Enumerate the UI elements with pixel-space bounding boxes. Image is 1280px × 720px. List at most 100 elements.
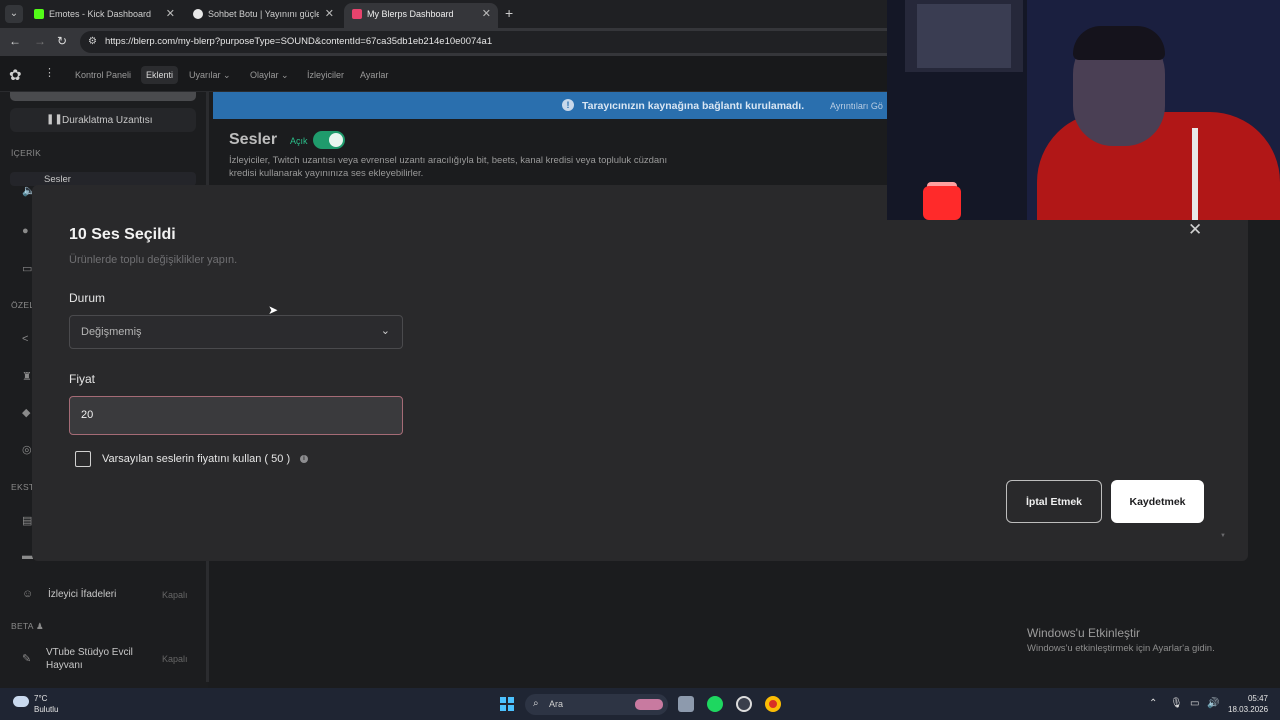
sidebar-item-vtube-line2[interactable]: Hayvanı (46, 660, 83, 671)
modal-title: 10 Ses Seçildi (69, 226, 176, 243)
nav-label: Uyarılar (189, 70, 221, 80)
site-info-icon[interactable]: ⚙ (88, 36, 97, 47)
taskbar-search[interactable]: ⌕ Ara (525, 694, 668, 715)
info-icon[interactable]: i (300, 455, 308, 463)
microphone (923, 186, 961, 220)
pause-icon: ❚❚ (46, 114, 63, 125)
mouse-cursor-icon: ➤ (268, 303, 279, 317)
file-explorer-icon[interactable] (678, 696, 694, 712)
tab-title: Sohbet Botu | Yayınını güçlendir (208, 9, 319, 19)
nav-olaylar[interactable]: Olaylar ⌄ (250, 70, 289, 81)
status-select-value: Değişmemiş (81, 326, 142, 338)
sesler-toggle[interactable] (313, 131, 345, 149)
tab-kick-emotes[interactable]: Emotes - Kick Dashboard ✕ (26, 3, 182, 28)
clock-date: 18.03.2026 (1228, 705, 1269, 714)
blerp-favicon-icon (352, 9, 362, 19)
tab-title: My Blerps Dashboard (367, 9, 454, 19)
nav-uyarilar[interactable]: Uyarılar ⌄ (189, 70, 231, 81)
user-icon: ● (22, 225, 29, 237)
banner-text: Tarayıcınızın kaynağına bağlantı kurulam… (582, 100, 805, 112)
default-price-checkbox[interactable] (75, 451, 91, 467)
tab-search-button[interactable]: ⌄ (5, 5, 23, 23)
sidebar-top-control[interactable] (10, 92, 196, 101)
poster-image (917, 4, 1011, 68)
banner-details-link[interactable]: Ayrıntıları Gö (830, 101, 883, 111)
nav-label: Olaylar (250, 70, 279, 80)
tray-expand-icon[interactable]: ⌃ (1149, 698, 1157, 709)
nav-kontrol-paneli[interactable]: Kontrol Paneli (75, 70, 131, 80)
chevron-down-icon: ⌄ (223, 70, 231, 80)
default-price-label[interactable]: Varsayılan seslerin fiyatını kullan ( 50… (102, 453, 290, 465)
microphone-icon[interactable]: 🎙 (1170, 698, 1183, 709)
chrome-icon[interactable] (765, 696, 781, 712)
section-beta-label: BETA (11, 621, 34, 631)
weather-temperature[interactable]: 7°C (34, 694, 47, 703)
more-menu-icon[interactable]: ⋮ (44, 66, 55, 79)
nav-ayarlar[interactable]: Ayarlar (360, 70, 388, 80)
tab-my-blerps[interactable]: My Blerps Dashboard ✕ (344, 3, 498, 28)
toggle-knob (329, 133, 343, 147)
activation-title: Windows'u Etkinleştir (1027, 626, 1140, 640)
blerp-logo-icon[interactable]: ✿ (9, 66, 22, 84)
gift-icon: ▤ (22, 515, 33, 527)
close-tab-icon[interactable]: ✕ (482, 7, 491, 20)
jacket-stripe (1192, 128, 1198, 220)
activation-subtitle: Windows'u etkinleştirmek için Ayarlar'a … (1027, 643, 1215, 654)
taskbar-clock[interactable]: 05:47 18.03.2026 (1228, 693, 1268, 715)
back-icon[interactable]: ← (9, 34, 21, 48)
cloud-icon[interactable] (13, 696, 29, 707)
cancel-button[interactable]: İptal Etmek (1006, 480, 1102, 523)
settings-icon: ◎ (22, 444, 32, 456)
streamer-jacket (1037, 112, 1280, 220)
close-icon[interactable]: ✕ (1188, 220, 1202, 240)
spotify-icon[interactable] (707, 696, 723, 712)
save-button[interactable]: Kaydetmek (1111, 480, 1204, 523)
obs-icon[interactable] (736, 696, 752, 712)
new-tab-icon[interactable]: + (505, 5, 513, 21)
modal-subtitle: Ürünlerde toplu değişiklikler yapın. (69, 254, 238, 266)
chevron-down-icon: ⌄ (380, 325, 390, 337)
dashboard-top-nav: ✿ ⋮ Kontrol Paneli Eklenti Uyarılar ⌄ Ol… (0, 56, 887, 92)
search-placeholder: Ara (549, 699, 564, 709)
nav-izleyiciler[interactable]: İzleyiciler (307, 70, 344, 80)
status-select[interactable]: Değişmemiş ⌄ (69, 315, 403, 349)
vtube-icon: ✎ (22, 653, 32, 665)
search-icon: ⌕ (533, 698, 539, 709)
user-icon: ♟ (35, 621, 44, 631)
close-tab-icon[interactable]: ✕ (166, 7, 175, 20)
price-input[interactable]: 20 (69, 396, 403, 435)
price-label: Fiyat (69, 372, 96, 386)
forward-icon[interactable]: → (34, 34, 46, 48)
weather-condition[interactable]: Bulutlu (34, 705, 58, 714)
sidebar-item-sesler-bg (10, 172, 196, 186)
sesler-description: İzleyiciler, Twitch uzantısı veya evrens… (229, 155, 668, 179)
webcam-overlay (887, 0, 1280, 220)
chevron-down-icon: ⌄ (281, 70, 289, 80)
kick-favicon-icon (34, 9, 44, 19)
url-text[interactable]: https://blerp.com/my-blerp?purposeType=S… (105, 36, 492, 47)
pause-label: Duraklatma Uzantısı (62, 115, 153, 126)
sidebar-item-izleyici-ifadeleri[interactable]: İzleyici İfadeleri (48, 589, 116, 600)
trophy-icon: ♜ (22, 371, 32, 383)
volume-icon[interactable]: 🔊 (1207, 698, 1219, 709)
info-icon: ! (562, 99, 574, 111)
close-tab-icon[interactable]: ✕ (325, 7, 334, 20)
tab-title: Emotes - Kick Dashboard (49, 9, 152, 19)
tag-icon: ◆ (22, 407, 31, 419)
status-label: Durum (69, 291, 106, 305)
network-icon[interactable]: ▭ (1190, 698, 1199, 709)
price-input-value: 20 (81, 409, 94, 421)
sesler-heading: Sesler (229, 131, 278, 148)
nav-eklenti[interactable]: Eklenti (141, 66, 179, 84)
pause-extension-button[interactable]: ❚❚ Duraklatma Uzantısı (10, 108, 196, 132)
reload-icon[interactable]: ↻ (57, 34, 67, 48)
streamer-hair (1073, 26, 1165, 60)
media-icon: ▭ (22, 263, 33, 275)
bot-favicon-icon (193, 9, 203, 19)
windows-start-icon[interactable] (500, 697, 514, 711)
address-bar[interactable]: ⚙ https://blerp.com/my-blerp?purposeType… (80, 31, 910, 53)
sidebar-item-vtube[interactable]: VTube Stüdyo Evcil (46, 647, 133, 658)
scroll-down-icon: ▼ (1220, 533, 1226, 539)
sidebar-item-sesler[interactable]: Sesler (44, 174, 71, 185)
tab-sohbet-botu[interactable]: Sohbet Botu | Yayınını güçlendir ✕ (185, 3, 341, 28)
